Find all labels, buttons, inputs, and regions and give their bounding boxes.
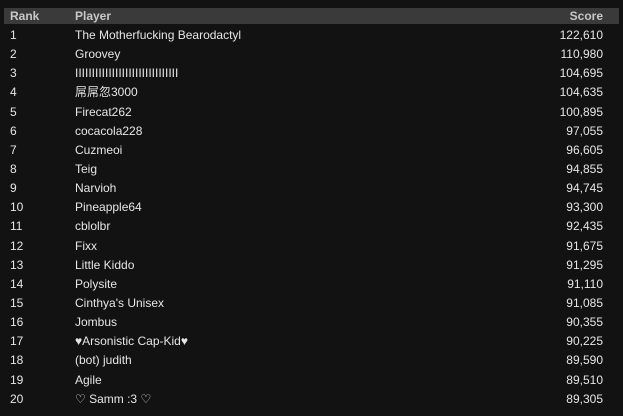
- player-column-header: Player: [75, 9, 112, 23]
- rank-cell: 11: [10, 219, 23, 234]
- rank-cell: 19: [10, 372, 24, 387]
- rank-cell: 2: [10, 47, 17, 62]
- table-row: 2 Groovey 110,980: [4, 45, 619, 64]
- table-row: 11 cblolbr 92,435: [4, 217, 619, 236]
- player-name-cell: (bot) judith: [75, 353, 132, 368]
- rank-cell: 15: [10, 295, 24, 310]
- score-cell: 93,300: [566, 200, 603, 215]
- table-row: 14 Polysite 91,110: [4, 275, 619, 294]
- leaderboard-header: Rank Player Score: [4, 8, 619, 24]
- player-name-cell: Jombus: [75, 315, 118, 330]
- table-row: 6 cocacola228 97,055: [4, 122, 619, 141]
- player-name-cell: Narvioh: [75, 181, 117, 196]
- table-row: 18 (bot) judith 89,590: [4, 351, 619, 370]
- player-name-cell: 屌屌忽3000: [75, 85, 138, 100]
- table-row: 20 ♡ Samm :3 ♡ 89,305: [4, 390, 619, 409]
- rank-cell: 10: [10, 200, 24, 215]
- score-cell: 94,855: [566, 161, 603, 176]
- table-row: 10 Pineapple64 93,300: [4, 198, 619, 217]
- player-name-cell: Pineapple64: [75, 200, 142, 215]
- table-row: 19 Agile 89,510: [4, 371, 619, 390]
- player-name-cell: cblolbr: [75, 219, 111, 234]
- score-cell: 90,225: [566, 334, 603, 349]
- score-column-header: Score: [569, 9, 603, 23]
- score-cell: 91,085: [566, 295, 603, 310]
- rank-cell: 8: [10, 161, 17, 176]
- player-name-cell: Cinthya's Unisex: [75, 295, 164, 310]
- rank-cell: 14: [10, 276, 24, 291]
- player-name-cell: ♥Arsonistic Cap-Kid♥: [75, 334, 188, 349]
- table-row: 1 The Motherfucking Bearodactyl 122,610: [4, 26, 619, 45]
- leaderboard-rows: 1 The Motherfucking Bearodactyl 122,610 …: [4, 26, 619, 409]
- rank-cell: 3: [10, 66, 17, 81]
- player-name-cell: Cuzmeoi: [75, 142, 123, 157]
- table-row: 7 Cuzmeoi 96,605: [4, 141, 619, 160]
- table-row: 8 Teig 94,855: [4, 160, 619, 179]
- player-name-cell: ♡ Samm :3 ♡: [75, 391, 152, 406]
- table-row: 12 Fixx 91,675: [4, 237, 619, 256]
- leaderboard: Rank Player Score 1 The Motherfucking Be…: [0, 0, 623, 416]
- score-cell: 92,435: [566, 219, 603, 234]
- table-row: 17 ♥Arsonistic Cap-Kid♥ 90,225: [4, 332, 619, 351]
- score-cell: 97,055: [566, 123, 603, 138]
- rank-cell: 5: [10, 104, 17, 119]
- player-name-cell: Fixx: [75, 238, 97, 253]
- player-name-cell: Agile: [75, 372, 102, 387]
- score-cell: 110,980: [560, 47, 604, 62]
- rank-cell: 20: [10, 391, 24, 406]
- player-name-cell: cocacola228: [75, 123, 143, 138]
- rank-cell: 16: [10, 315, 24, 330]
- score-cell: 122,610: [559, 28, 603, 42]
- score-cell: 91,110: [567, 276, 603, 291]
- score-cell: 100,895: [559, 104, 603, 119]
- score-cell: 89,305: [566, 391, 603, 406]
- player-name-cell: Polysite: [75, 276, 118, 291]
- table-row: 16 Jombus 90,355: [4, 313, 619, 332]
- rank-cell: 13: [10, 257, 24, 272]
- score-cell: 89,590: [566, 353, 603, 368]
- table-row: 15 Cinthya's Unisex 91,085: [4, 294, 619, 313]
- score-cell: 96,605: [566, 142, 603, 157]
- rank-cell: 4: [10, 85, 17, 100]
- table-row: 4 屌屌忽3000 104,635: [4, 83, 619, 102]
- player-name-cell: The Motherfucking Bearodactyl: [75, 28, 242, 42]
- player-name-cell: Little Kiddo: [75, 257, 135, 272]
- player-name-cell: Firecat262: [75, 104, 132, 119]
- table-row: 5 Firecat262 100,895: [4, 103, 619, 122]
- rank-cell: 17: [10, 334, 24, 349]
- player-name-cell: Groovey: [75, 47, 121, 62]
- score-cell: 91,295: [566, 257, 603, 272]
- rank-cell: 12: [10, 238, 24, 253]
- player-name-cell: Teig: [75, 161, 98, 176]
- score-cell: 91,675: [566, 238, 603, 253]
- score-cell: 89,510: [566, 372, 603, 387]
- score-cell: 94,745: [566, 181, 603, 196]
- table-row: 3 IIIIIIIIIIIIIIIIIIIIIIIIIIIIIII 104,69…: [4, 64, 619, 83]
- player-name-cell: IIIIIIIIIIIIIIIIIIIIIIIIIIIIIII: [75, 66, 179, 81]
- rank-cell: 1: [10, 28, 17, 42]
- score-cell: 104,695: [559, 66, 603, 81]
- rank-cell: 7: [10, 142, 17, 157]
- table-row: 13 Little Kiddo 91,295: [4, 256, 619, 275]
- table-row: 9 Narvioh 94,745: [4, 179, 619, 198]
- rank-cell: 18: [10, 353, 24, 368]
- rank-cell: 9: [10, 181, 17, 196]
- rank-cell: 6: [10, 123, 17, 138]
- score-cell: 90,355: [566, 315, 603, 330]
- rank-column-header: Rank: [10, 9, 40, 23]
- score-cell: 104,635: [559, 85, 603, 100]
